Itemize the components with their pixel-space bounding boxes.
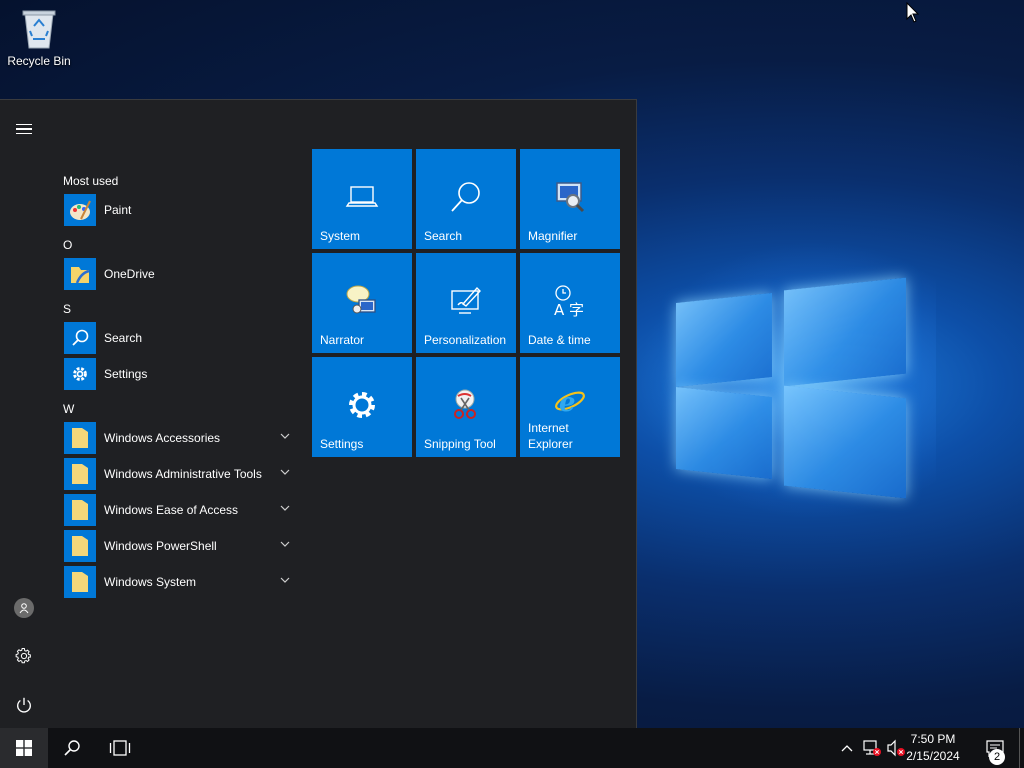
tile-snipping-tool[interactable]: Snipping Tool — [416, 357, 516, 457]
hamburger-menu-button[interactable] — [8, 113, 40, 145]
gear-icon — [64, 358, 96, 390]
app-item-label: Search — [104, 331, 143, 345]
narrator-icon — [344, 283, 380, 319]
show-hidden-icons-button[interactable] — [836, 728, 858, 768]
tile-label: Snipping Tool — [424, 437, 496, 451]
tile-date-time[interactable]: A字 Date & time — [520, 253, 620, 353]
tile-magnifier[interactable]: Magnifier — [520, 149, 620, 249]
chevron-down-icon[interactable] — [280, 577, 290, 583]
app-item-label: Windows Administrative Tools — [104, 467, 262, 481]
folder-icon — [64, 566, 96, 598]
recycle-bin-icon — [22, 10, 56, 49]
mouse-cursor-icon — [906, 2, 920, 23]
group-header-s[interactable]: S — [60, 298, 296, 320]
tile-search[interactable]: Search — [416, 149, 516, 249]
internet-explorer-icon: e — [552, 383, 588, 419]
tile-label: Internet Explorer — [528, 421, 573, 451]
tile-settings[interactable]: Settings — [312, 357, 412, 457]
tile-system[interactable]: System — [312, 149, 412, 249]
recycle-bin-label: Recycle Bin — [7, 54, 71, 68]
clock-date: 2/15/2024 — [906, 749, 960, 763]
search-icon — [64, 322, 96, 354]
app-folder-windows-accessories[interactable]: Windows Accessories — [60, 420, 296, 456]
task-view-icon — [109, 740, 131, 756]
folder-icon — [64, 458, 96, 490]
onedrive-icon — [64, 258, 96, 290]
date-time-icon: A字 — [552, 283, 588, 319]
tile-internet-explorer[interactable]: e Internet Explorer — [520, 357, 620, 457]
chevron-down-icon[interactable] — [280, 541, 290, 547]
tile-label: Date & time — [528, 333, 591, 347]
notification-count-badge: 2 — [989, 749, 1005, 765]
clock-time: 7:50 PM — [910, 732, 956, 746]
windows-logo-icon — [16, 740, 32, 756]
group-header-w[interactable]: W — [60, 398, 296, 420]
svg-text:字: 字 — [569, 301, 584, 318]
tile-label: Search — [424, 229, 463, 243]
magnifier-icon — [552, 179, 588, 215]
scissors-icon — [448, 387, 484, 423]
app-list: Most used Paint O OneDrive S Search Sett… — [60, 170, 296, 600]
app-item-settings[interactable]: Settings — [60, 356, 296, 392]
start-menu: Most used Paint O OneDrive S Search Sett… — [0, 99, 637, 728]
search-icon — [448, 179, 484, 215]
user-account-button[interactable] — [8, 592, 40, 624]
tile-label: System — [320, 229, 361, 243]
recycle-bin-desktop-icon[interactable]: Recycle Bin — [4, 6, 74, 76]
wallpaper-windows-logo — [636, 240, 936, 520]
hamburger-icon — [16, 121, 32, 138]
user-icon — [14, 598, 34, 618]
tile-label: Personalization — [424, 333, 507, 347]
folder-icon — [64, 494, 96, 526]
tile-label: Narrator — [320, 333, 365, 347]
power-button[interactable] — [8, 689, 40, 721]
app-folder-windows-ease-of-access[interactable]: Windows Ease of Access — [60, 492, 296, 528]
folder-icon — [64, 530, 96, 562]
app-item-label: Windows System — [104, 575, 197, 589]
app-item-label: OneDrive — [104, 267, 155, 281]
app-item-label: Paint — [104, 203, 132, 217]
paint-icon — [64, 194, 96, 226]
svg-text:e: e — [559, 388, 576, 418]
app-item-paint[interactable]: Paint — [60, 192, 296, 228]
app-item-onedrive[interactable]: OneDrive — [60, 256, 296, 292]
power-icon — [17, 697, 31, 713]
taskbar: 7:50 PM 2/15/2024 — [0, 728, 1024, 768]
app-folder-windows-system[interactable]: Windows System — [60, 564, 296, 600]
show-desktop-button[interactable] — [1019, 728, 1024, 768]
chevron-down-icon[interactable] — [280, 505, 290, 511]
tile-narrator[interactable]: Narrator — [312, 253, 412, 353]
tile-label: Magnifier — [528, 229, 578, 243]
start-button[interactable] — [0, 728, 48, 768]
most-used-header: Most used — [63, 174, 119, 188]
app-item-search[interactable]: Search — [60, 320, 296, 356]
gear-icon — [344, 387, 380, 423]
personalization-icon — [448, 283, 484, 319]
chevron-up-icon — [841, 745, 853, 752]
gear-icon — [15, 648, 31, 664]
chevron-down-icon[interactable] — [280, 469, 290, 475]
app-item-label: Settings — [104, 367, 148, 381]
task-view-button[interactable] — [96, 728, 144, 768]
chevron-down-icon[interactable] — [280, 433, 290, 439]
app-folder-windows-powershell[interactable]: Windows PowerShell — [60, 528, 296, 564]
app-item-label: Windows PowerShell — [104, 539, 217, 553]
network-tray-button[interactable] — [860, 728, 884, 768]
search-icon — [64, 740, 80, 756]
app-item-label: Windows Accessories — [104, 431, 221, 445]
laptop-icon — [344, 179, 380, 215]
settings-button[interactable] — [8, 640, 40, 672]
group-header-o[interactable]: O — [60, 234, 296, 256]
tile-label: Settings — [320, 437, 364, 451]
app-folder-windows-administrative-tools[interactable]: Windows Administrative Tools — [60, 456, 296, 492]
clock-button[interactable]: 7:50 PM 2/15/2024 — [900, 731, 966, 765]
start-rail — [0, 100, 48, 728]
app-item-label: Windows Ease of Access — [104, 503, 239, 517]
folder-icon — [64, 422, 96, 454]
tile-personalization[interactable]: Personalization — [416, 253, 516, 353]
network-icon — [863, 740, 881, 756]
taskbar-search-button[interactable] — [48, 728, 96, 768]
svg-text:A: A — [554, 301, 565, 318]
